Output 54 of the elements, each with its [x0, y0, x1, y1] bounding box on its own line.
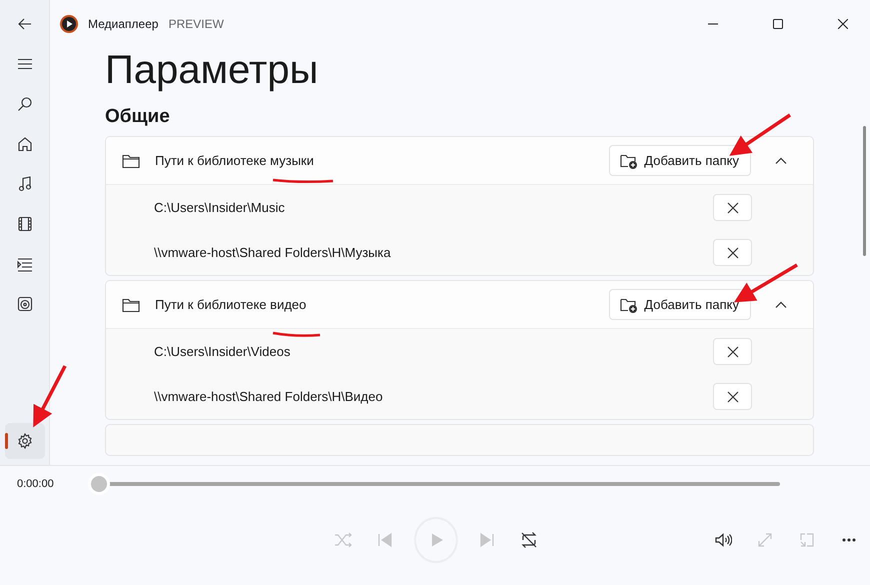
- preview-label: PREVIEW: [168, 17, 224, 31]
- add-folder-button[interactable]: Добавить папку: [609, 289, 751, 320]
- close-icon: [726, 246, 738, 258]
- folder-path: \\vmware-host\Shared Folders\H\Видео: [154, 389, 384, 404]
- close-icon: [726, 390, 738, 402]
- film-icon: [16, 216, 32, 232]
- play-logo-icon: [60, 15, 78, 33]
- more-icon: [842, 538, 856, 542]
- annotation-underline: [272, 178, 334, 184]
- remove-button[interactable]: [713, 383, 752, 410]
- folder-path: C:\Users\Insider\Videos: [154, 344, 292, 359]
- remove-button[interactable]: [713, 239, 752, 266]
- volume-icon: [714, 531, 732, 550]
- next-icon: [478, 531, 496, 550]
- library-title: Пути к библиотеке музыки: [155, 153, 315, 168]
- seek-thumb[interactable]: [91, 476, 107, 492]
- close-icon: [726, 346, 738, 358]
- list-icon: [16, 256, 32, 272]
- scrollbar[interactable]: [863, 126, 866, 256]
- annotation-arrow: [33, 365, 67, 428]
- folder-path: C:\Users\Insider\Music: [154, 200, 286, 215]
- annotation-underline: [272, 332, 320, 337]
- settings-nav-button[interactable]: [4, 423, 44, 460]
- folder-path: \\vmware-host\Shared Folders\H\Музыка: [154, 245, 392, 260]
- app-title: Медиаплеер: [88, 17, 158, 31]
- remove-button[interactable]: [713, 194, 752, 221]
- search-icon: [16, 96, 32, 112]
- music-note-icon: [16, 176, 32, 192]
- folder-icon: [122, 296, 140, 312]
- close-icon: [838, 19, 848, 29]
- chevron-up-icon: [775, 156, 787, 164]
- fullscreen-icon: [756, 531, 774, 550]
- folder-add-icon: [620, 152, 638, 168]
- repeat-icon: [520, 531, 538, 550]
- back-arrow-icon: [16, 16, 32, 32]
- folder-add-icon: [620, 296, 638, 312]
- library-title: Пути к библиотеке видео: [155, 297, 308, 312]
- menu-icon: [16, 56, 32, 72]
- house-icon: [16, 136, 32, 152]
- maximize-icon: [772, 19, 782, 29]
- miniplayer-icon: [798, 531, 816, 550]
- shuffle-icon: [334, 531, 352, 550]
- previous-icon: [376, 531, 394, 550]
- chevron-up-icon: [775, 300, 787, 308]
- section-heading: Общие: [105, 106, 171, 128]
- add-folder-button[interactable]: Добавить папку: [609, 145, 751, 176]
- remove-button[interactable]: [713, 338, 752, 365]
- settings-icon: [16, 433, 32, 450]
- folder-icon: [122, 152, 140, 168]
- page-title: Параметры: [105, 48, 320, 92]
- annotation-arrow: [729, 114, 791, 156]
- close-icon: [726, 202, 738, 214]
- annotation-arrow: [734, 264, 798, 302]
- elapsed-time: 0:00:00: [17, 478, 55, 490]
